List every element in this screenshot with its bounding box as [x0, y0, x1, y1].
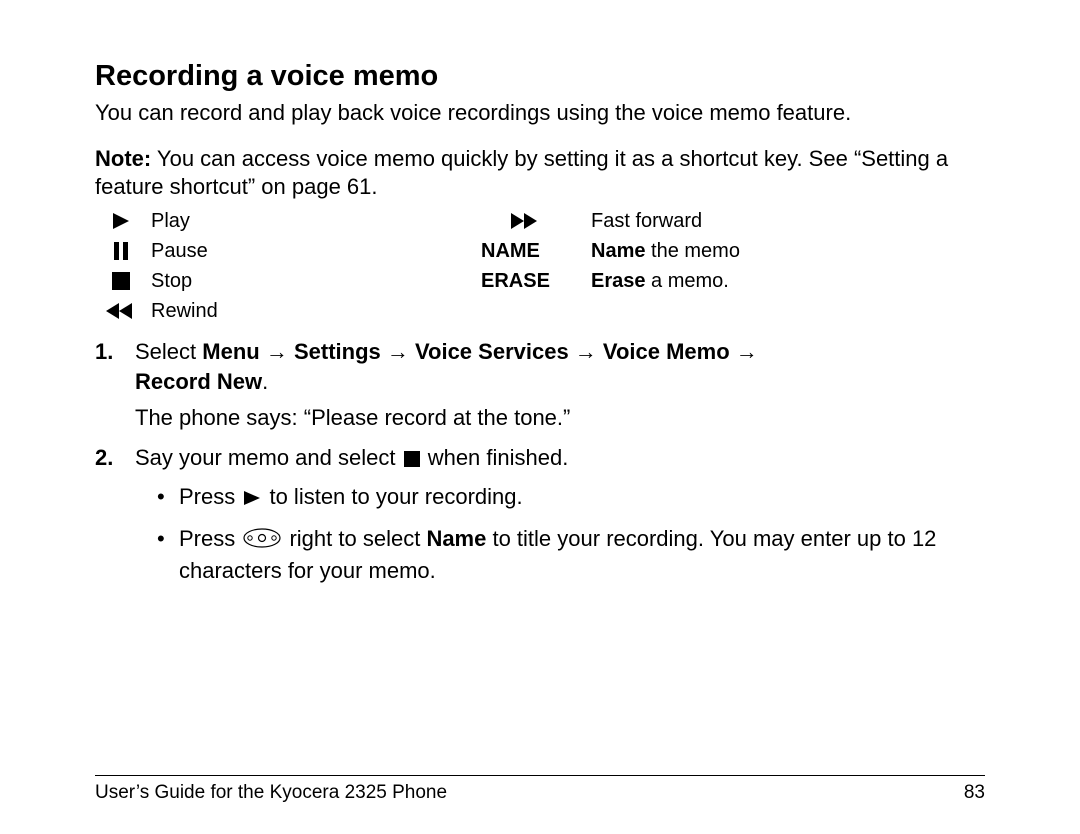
name-key-label: NAME [471, 240, 581, 263]
note-paragraph: Note: You can access voice memo quickly … [95, 145, 985, 201]
document-page: Recording a voice memo You can record an… [0, 0, 1080, 834]
stop-label: Stop [141, 270, 471, 293]
bullet-name-b: right to select [283, 526, 426, 551]
page-number: 83 [964, 782, 985, 804]
play-icon [243, 484, 261, 514]
step-2-bullets: Press to listen to your recording. Press… [157, 482, 985, 585]
stop-icon [101, 269, 141, 293]
step-1-prefix: Select [135, 339, 202, 364]
step-2-text-a: Say your memo and select [135, 445, 402, 470]
play-icon [101, 209, 141, 233]
bullet-name: Press right to select Name to title your… [157, 524, 985, 585]
intro-paragraph: You can record and play back voice recor… [95, 99, 985, 127]
erase-desc-rest: a memo. [646, 270, 729, 292]
step-1-text: Select Menu → Settings → Voice Services … [135, 339, 758, 394]
menu-path-record-new: Record New [135, 369, 262, 394]
rewind-icon [101, 299, 141, 323]
arrow-icon: → [381, 339, 415, 364]
step-1-subtext: The phone says: “Please record at the to… [135, 403, 985, 433]
step-2: 2. Say your memo and select when finishe… [95, 443, 985, 586]
menu-path-settings: Settings [294, 339, 381, 364]
pause-label: Pause [141, 240, 471, 263]
icon-glossary-table: Play Fast forward Pause NAME Name the me… [101, 209, 985, 323]
step-2-text-b: when finished. [422, 445, 569, 470]
note-label: Note: [95, 146, 151, 171]
erase-key-label: ERASE [471, 270, 581, 293]
arrow-icon: → [730, 339, 758, 364]
bullet-listen: Press to listen to your recording. [157, 482, 985, 514]
footer-title: User’s Guide for the Kyocera 2325 Phone [95, 782, 447, 804]
step-2-number: 2. [95, 443, 113, 473]
menu-path-voice-services: Voice Services [415, 339, 569, 364]
erase-description: Erase a memo. [581, 270, 985, 293]
name-description: Name the memo [581, 240, 985, 263]
bullet-listen-b: to listen to your recording. [263, 484, 522, 509]
menu-path-voice-memo: Voice Memo [603, 339, 730, 364]
bullet-listen-a: Press [179, 484, 241, 509]
arrow-icon: → [260, 339, 294, 364]
step-1-period: . [262, 369, 268, 394]
name-desc-bold: Name [591, 240, 645, 262]
erase-desc-bold: Erase [591, 270, 646, 292]
fast-forward-label: Fast forward [581, 210, 985, 233]
step-1: 1. Select Menu → Settings → Voice Servic… [95, 337, 985, 432]
bullet-name-a: Press [179, 526, 241, 551]
name-desc-rest: the memo [645, 240, 739, 262]
note-text: You can access voice memo quickly by set… [95, 146, 948, 199]
pause-icon [101, 239, 141, 263]
dpad-icon [243, 526, 281, 556]
menu-path-menu: Menu [202, 339, 259, 364]
stop-icon [404, 445, 420, 475]
step-2-text: Say your memo and select when finished. [135, 445, 568, 470]
play-label: Play [141, 210, 471, 233]
page-footer: User’s Guide for the Kyocera 2325 Phone … [95, 775, 985, 804]
arrow-icon: → [569, 339, 603, 364]
page-heading: Recording a voice memo [95, 60, 985, 93]
steps-list: 1. Select Menu → Settings → Voice Servic… [95, 337, 985, 585]
step-1-number: 1. [95, 337, 113, 367]
footer-rule [95, 775, 985, 776]
bullet-name-bold: Name [426, 526, 486, 551]
rewind-label: Rewind [141, 300, 471, 323]
fast-forward-icon [471, 209, 581, 233]
